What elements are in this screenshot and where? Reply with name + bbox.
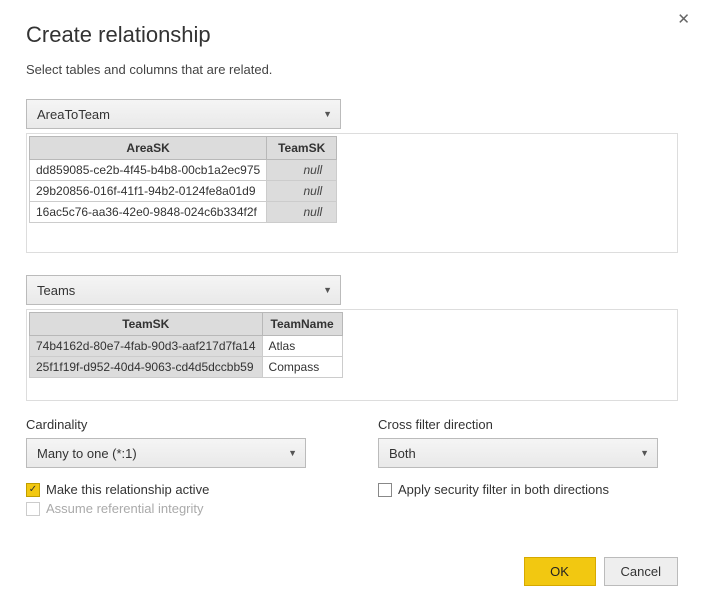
table1-grid: AreaSK TeamSK dd859085-ce2b-4f45-b4b8-00… <box>29 136 337 223</box>
table2-grid: TeamSK TeamName 74b4162d-80e7-4fab-90d3-… <box>29 312 343 378</box>
table1-preview: AreaSK TeamSK dd859085-ce2b-4f45-b4b8-00… <box>26 133 678 253</box>
table-row[interactable]: 74b4162d-80e7-4fab-90d3-aaf217d7fa14 Atl… <box>30 336 343 357</box>
crossfilter-value: Both <box>389 446 416 461</box>
table-cell: 29b20856-016f-41f1-94b2-0124fe8a01d9 <box>30 181 267 202</box>
table2-select[interactable]: Teams ▼ <box>26 275 341 305</box>
chevron-down-icon: ▼ <box>323 285 332 295</box>
cancel-button[interactable]: Cancel <box>604 557 678 586</box>
create-relationship-dialog: Create relationship Select tables and co… <box>0 0 704 532</box>
make-active-label: Make this relationship active <box>46 482 209 497</box>
cardinality-value: Many to one (*:1) <box>37 446 137 461</box>
table-cell-null: null <box>267 202 337 223</box>
crossfilter-label: Cross filter direction <box>378 417 678 432</box>
crossfilter-select[interactable]: Both ▼ <box>378 438 658 468</box>
table-row[interactable]: 29b20856-016f-41f1-94b2-0124fe8a01d9 nul… <box>30 181 337 202</box>
dialog-subtitle: Select tables and columns that are relat… <box>26 62 678 77</box>
chevron-down-icon: ▼ <box>288 448 297 458</box>
dialog-footer: OK Cancel <box>524 557 678 586</box>
make-active-checkbox[interactable]: ✓ Make this relationship active <box>26 482 326 497</box>
chevron-down-icon: ▼ <box>323 109 332 119</box>
referential-integrity-label: Assume referential integrity <box>46 501 204 516</box>
checkmark-icon: ✓ <box>26 483 40 497</box>
table-cell: 25f1f19f-d952-40d4-9063-cd4d5dccbb59 <box>30 357 263 378</box>
table-row[interactable]: 16ac5c76-aa36-42e0-9848-024c6b334f2f nul… <box>30 202 337 223</box>
table2-select-value: Teams <box>37 283 75 298</box>
table-cell-null: null <box>267 160 337 181</box>
table2-col-header[interactable]: TeamName <box>262 313 342 336</box>
table-cell: dd859085-ce2b-4f45-b4b8-00cb1a2ec975 <box>30 160 267 181</box>
table2-preview: TeamSK TeamName 74b4162d-80e7-4fab-90d3-… <box>26 309 678 401</box>
dialog-title: Create relationship <box>26 22 678 48</box>
ok-button[interactable]: OK <box>524 557 596 586</box>
table-cell: Compass <box>262 357 342 378</box>
cardinality-field: Cardinality Many to one (*:1) ▼ <box>26 417 326 468</box>
table1-select-value: AreaToTeam <box>37 107 110 122</box>
table-cell: 74b4162d-80e7-4fab-90d3-aaf217d7fa14 <box>30 336 263 357</box>
security-filter-checkbox[interactable]: Apply security filter in both directions <box>378 482 678 497</box>
referential-integrity-checkbox: Assume referential integrity <box>26 501 326 516</box>
security-filter-label: Apply security filter in both directions <box>398 482 609 497</box>
crossfilter-field: Cross filter direction Both ▼ <box>378 417 678 468</box>
table-cell: Atlas <box>262 336 342 357</box>
checkbox-empty-icon <box>378 483 392 497</box>
table1-select[interactable]: AreaToTeam ▼ <box>26 99 341 129</box>
chevron-down-icon: ▼ <box>640 448 649 458</box>
cardinality-select[interactable]: Many to one (*:1) ▼ <box>26 438 306 468</box>
table2-col-header[interactable]: TeamSK <box>30 313 263 336</box>
table1-col-header[interactable]: AreaSK <box>30 137 267 160</box>
table-row[interactable]: dd859085-ce2b-4f45-b4b8-00cb1a2ec975 nul… <box>30 160 337 181</box>
table-cell: 16ac5c76-aa36-42e0-9848-024c6b334f2f <box>30 202 267 223</box>
table1-col-header[interactable]: TeamSK <box>267 137 337 160</box>
table-cell-null: null <box>267 181 337 202</box>
close-icon[interactable]: ✕ <box>677 10 690 28</box>
checkbox-empty-icon <box>26 502 40 516</box>
cardinality-label: Cardinality <box>26 417 326 432</box>
table-row[interactable]: 25f1f19f-d952-40d4-9063-cd4d5dccbb59 Com… <box>30 357 343 378</box>
